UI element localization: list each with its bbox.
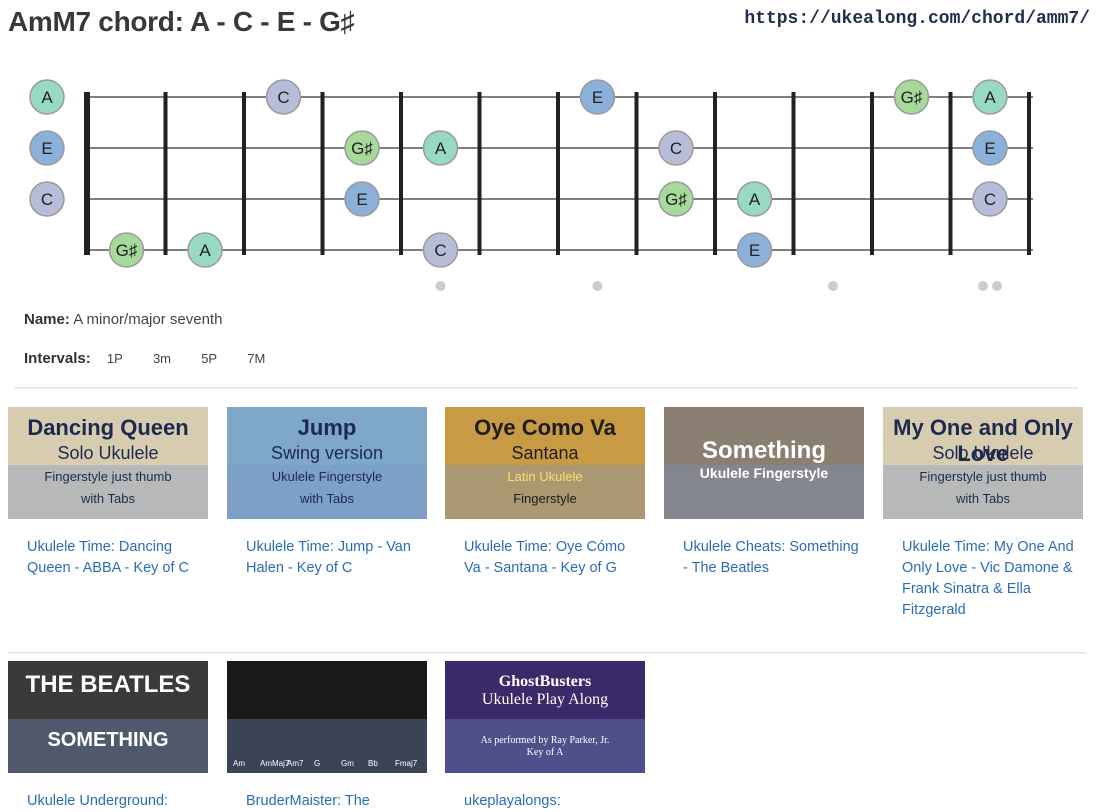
- note-label: C: [277, 88, 289, 107]
- thumbnail-text: THE BEATLES: [25, 671, 191, 698]
- thumbnail-text: Gm: [341, 759, 354, 768]
- video-thumbnail[interactable]: Something Ukulele Fingerstyle: [664, 407, 864, 519]
- note-label: A: [435, 139, 447, 158]
- thumbnail-text: Ukulele Fingerstyle: [271, 469, 383, 484]
- chord-name-row: Name: A minor/major seventh: [24, 311, 222, 328]
- page-title: AmM7 chord: A - C - E - G♯: [8, 6, 355, 37]
- video-card[interactable]: Something Ukulele Fingerstyle Ukulele Chea…: [664, 407, 864, 579]
- thumbnail-text: Latin Ukulele: [507, 469, 583, 484]
- video-card[interactable]: My One and Only Love Solo Ukulele Fingerst…: [883, 407, 1083, 621]
- thumbnail-text: SOMETHING: [47, 729, 169, 751]
- video-thumbnail[interactable]: Dancing Queen Solo Ukulele Fingerstyle jus…: [8, 407, 208, 519]
- note-label: G♯: [351, 139, 373, 158]
- thumbnail-text: with Tabs: [956, 491, 1010, 506]
- video-thumbnail[interactable]: Jump Swing version Ukulele Fingerstyle with…: [227, 407, 427, 519]
- interval-2: 3m: [152, 351, 172, 366]
- video-card[interactable]: GhostBusters Ukulele Play Along As perform…: [445, 661, 645, 812]
- video-thumbnail[interactable]: GhostBusters Ukulele Play Along As perform…: [445, 661, 645, 773]
- note-label: G♯: [665, 190, 687, 209]
- thumbnail-text: Bb: [368, 759, 378, 768]
- video-card[interactable]: Am AmMaj7 Am7 G Gm Bb Fmaj7 BruderMaister: The: [227, 661, 427, 812]
- thumbnail-text: Ukulele Play Along: [481, 691, 609, 708]
- intervals-row: Intervals: 1P 3m 5P 7M: [24, 350, 265, 367]
- note-label: G♯: [116, 241, 138, 260]
- fret-marker: [978, 281, 988, 291]
- fret-marker: [592, 281, 603, 291]
- note-label: E: [41, 139, 52, 158]
- video-card[interactable]: Oye Como Va Santana Latin Ukulele Fingersty…: [445, 407, 645, 579]
- interval-1: 1P: [106, 351, 123, 366]
- thumbnail-text: Am7: [287, 759, 304, 768]
- chord-name: A minor/major seventh: [73, 311, 223, 328]
- video-thumbnail[interactable]: My One and Only Love Solo Ukulele Fingerst…: [883, 407, 1083, 519]
- interval-4: 7M: [247, 351, 266, 366]
- note-label: E: [749, 241, 760, 260]
- thumbnail-text: Am: [233, 759, 245, 768]
- thumbnail-text: with Tabs: [81, 491, 135, 506]
- video-card[interactable]: THE BEATLES SOMETHING Ukulele Underground:: [8, 661, 208, 812]
- thumbnail-text: Ukulele Fingerstyle: [699, 465, 829, 481]
- thumbnail-text: G: [314, 759, 321, 768]
- section-divider: [14, 387, 1078, 388]
- interval-3: 5P: [201, 351, 218, 366]
- thumbnail-text: Santana: [511, 443, 579, 463]
- video-thumbnail[interactable]: Oye Como Va Santana Latin Ukulele Fingersty…: [445, 407, 645, 519]
- video-thumbnail[interactable]: Am AmMaj7 Am7 G Gm Bb Fmaj7: [227, 661, 427, 773]
- thumbnail-text: GhostBusters: [498, 673, 592, 690]
- fret-marker: [828, 281, 838, 291]
- note-label: E: [984, 139, 995, 158]
- intervals-label: Intervals:: [24, 350, 91, 367]
- note-label: A: [41, 88, 53, 107]
- note-label: C: [434, 241, 446, 260]
- video-title-link[interactable]: BruderMaister: The: [227, 791, 427, 812]
- name-label: Name:: [24, 311, 70, 328]
- row-divider: [8, 652, 1086, 653]
- thumbnail-text: Solo Ukulele: [932, 443, 1034, 463]
- note-label: C: [670, 139, 682, 158]
- video-title-link[interactable]: Ukulele Time: Jump - Van Halen - Key of …: [227, 537, 427, 579]
- thumbnail-text: with Tabs: [300, 491, 354, 506]
- video-title-link[interactable]: Ukulele Time: Dancing Queen - ABBA - Key…: [8, 537, 208, 579]
- thumbnail-text: Solo Ukulele: [57, 443, 159, 463]
- thumbnail-text: Fingerstyle: [513, 491, 577, 506]
- video-card[interactable]: Dancing Queen Solo Ukulele Fingerstyle jus…: [8, 407, 208, 579]
- thumbnail-text: Dancing Queen: [27, 415, 189, 440]
- thumbnail-text: Fingerstyle just thumb: [919, 469, 1047, 484]
- note-label: C: [984, 190, 996, 209]
- thumbnail-text: As performed by Ray Parker, Jr.: [480, 735, 610, 746]
- thumbnail-text: Fingerstyle just thumb: [44, 469, 172, 484]
- thumbnail-text: Swing version: [270, 443, 384, 463]
- fret-marker: [992, 281, 1002, 291]
- video-title-link[interactable]: ukeplayalongs:: [445, 791, 645, 812]
- video-card[interactable]: Jump Swing version Ukulele Fingerstyle with…: [227, 407, 427, 579]
- video-thumbnail[interactable]: THE BEATLES SOMETHING: [8, 661, 208, 773]
- thumbnail-text: Oye Como Va: [474, 415, 616, 440]
- note-label: E: [592, 88, 603, 107]
- note-label: A: [199, 241, 211, 260]
- video-title-link[interactable]: Ukulele Time: Oye Cómo Va - Santana - Ke…: [445, 537, 645, 579]
- note-label: C: [41, 190, 53, 209]
- fret-marker: [435, 281, 446, 291]
- thumbnail-text: Jump: [297, 415, 357, 440]
- video-title-link[interactable]: Ukulele Time: My One And Only Love - Vic…: [883, 537, 1083, 621]
- thumbnail-text: AmMaj7: [260, 759, 290, 768]
- video-title-link[interactable]: Ukulele Cheats: Something - The Beatles: [664, 537, 864, 579]
- video-title-link[interactable]: Ukulele Underground:: [8, 791, 208, 812]
- source-url[interactable]: https://ukealong.com/chord/amm7/: [744, 9, 1090, 29]
- thumbnail-text: Something: [702, 437, 826, 464]
- note-label: A: [984, 88, 996, 107]
- note-label: A: [749, 190, 761, 209]
- note-label: E: [356, 190, 367, 209]
- thumbnail-text: Key of A: [526, 747, 564, 758]
- fretboard-diagram: A C E G♯ A E G♯ A C E C E G♯ A C G♯ A C E: [29, 79, 1033, 291]
- thumbnail-text: Fmaj7: [395, 759, 418, 768]
- note-label: G♯: [901, 88, 923, 107]
